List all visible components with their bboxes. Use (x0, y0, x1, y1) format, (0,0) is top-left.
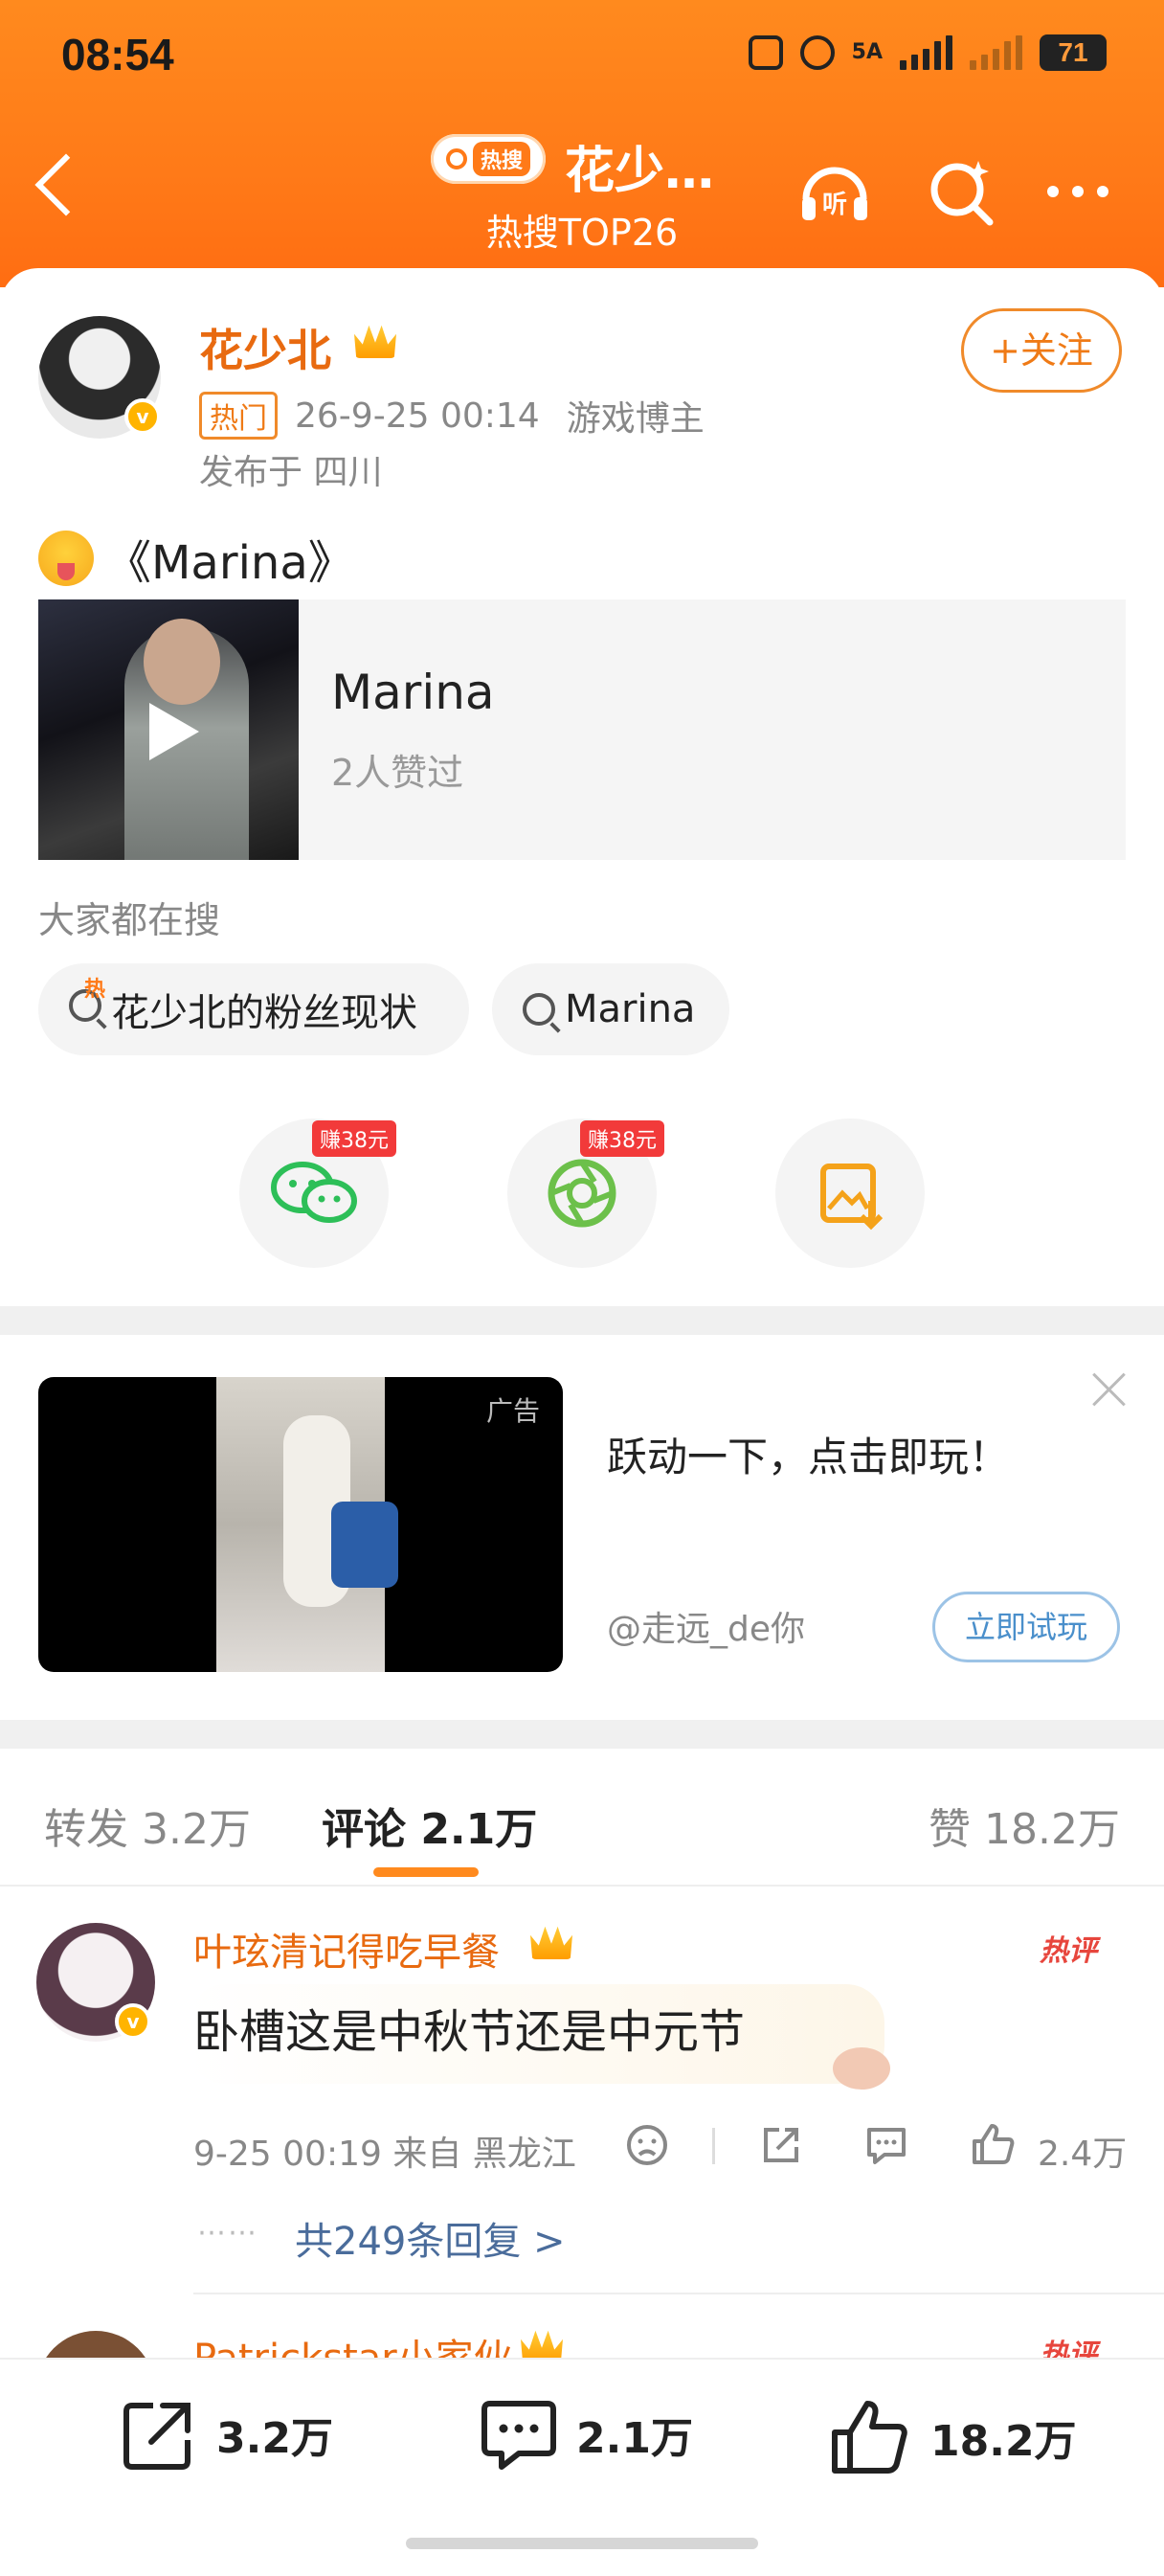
post-text-row: 《Marina》 (38, 525, 354, 592)
bottom-comment-button[interactable]: 2.1万 (479, 2394, 693, 2474)
crown-icon (530, 1926, 572, 1959)
post-text: 《Marina》 (105, 536, 354, 590)
status-time: 08:54 (61, 30, 174, 79)
section-divider (0, 1306, 1164, 1335)
post-timestamp: 26-9-25 00:14 (295, 395, 540, 436)
status-icons: 5A 71 (748, 34, 1107, 71)
search-section-label: 大家都在搜 (38, 899, 221, 941)
listen-label: 听 (822, 191, 847, 219)
home-indicator[interactable] (406, 2538, 758, 2549)
verified-icon: v (124, 398, 161, 435)
meta-divider (712, 2128, 715, 2164)
search-chip-1-label: 花少北的粉丝现状 (111, 991, 417, 1035)
listen-icon[interactable]: 听 (796, 153, 873, 230)
view-replies-link[interactable]: 共249条回复 > (295, 2210, 566, 2266)
hot-mark: 热 (84, 978, 106, 1002)
comment-icon (481, 2401, 556, 2470)
divider (0, 1885, 1164, 1887)
earn-badge-1: 赚38元 (312, 1120, 396, 1157)
share-icon (123, 2403, 190, 2470)
earn-badge-2: 赚38元 (580, 1120, 664, 1157)
page-title: 花少… (565, 143, 715, 200)
section-divider (0, 1720, 1164, 1749)
music-title: Marina (331, 665, 495, 720)
comment-text[interactable]: 卧槽这是中秋节还是中元节 (193, 1994, 745, 2061)
commenter-name[interactable]: 叶玹清记得吃早餐 (193, 1921, 500, 1977)
post-meta-row: 热门 26-9-25 00:14 游戏博主 (199, 391, 705, 441)
try-now-button[interactable]: 立即试玩 (932, 1592, 1120, 1662)
hot-comment-badge: 热评 (1040, 1934, 1097, 1968)
share-count: 3.2万 (216, 2414, 333, 2463)
hot-search-label: 热搜 (472, 142, 530, 176)
like-icon[interactable] (969, 2120, 1017, 2168)
divider (193, 2293, 1164, 2294)
comment-like-count: 2.4万 (1038, 2135, 1128, 2174)
search-chip-1[interactable]: 热 花少北的粉丝现状 (38, 963, 469, 1055)
dislike-face-icon[interactable] (624, 2122, 670, 2168)
play-icon[interactable] (149, 703, 199, 760)
thumbnail-head (144, 619, 220, 705)
save-image-icon (820, 1164, 884, 1231)
ad-title[interactable]: 跃动一下，点击即玩！ (607, 1425, 1009, 1483)
replies-dots: ⋯⋯ (197, 2216, 258, 2249)
music-thumbnail[interactable] (38, 599, 299, 860)
signal-2-icon (970, 35, 1022, 70)
search-chip-2[interactable]: Marina (492, 963, 729, 1055)
music-card[interactable]: Marina 2人赞过 (38, 599, 1126, 860)
tab-active-indicator (373, 1867, 479, 1877)
music-likes: 2人赞过 (331, 752, 464, 794)
tab-repost[interactable]: 转发 3.2万 (44, 1795, 251, 1856)
hot-tag: 热门 (199, 392, 278, 440)
bear-sticker-icon (833, 2047, 890, 2090)
hot-search-icon: 热 (69, 978, 105, 1031)
tab-likes[interactable]: 赞 18.2万 (929, 1795, 1120, 1856)
battery-indicator: 71 (1040, 34, 1107, 71)
chip-search-icon (523, 993, 555, 1026)
more-icon[interactable] (1040, 153, 1116, 230)
comment-meta: 9-25 00:19 来自 黑龙江 (193, 2135, 576, 2174)
comment-count: 2.1万 (576, 2414, 693, 2463)
tab-comments[interactable]: 评论 2.1万 (322, 1795, 537, 1856)
close-icon[interactable] (1091, 1371, 1128, 1408)
verified-icon: v (115, 2003, 151, 2040)
nfc-icon (748, 35, 783, 70)
follow-button[interactable]: +关注 (961, 308, 1122, 393)
ad-tag: 广告 (485, 1395, 540, 1427)
signal-icon (900, 35, 952, 70)
tongue-emoji-icon (38, 531, 94, 586)
like-count: 18.2万 (930, 2417, 1077, 2466)
bottom-share-button[interactable]: 3.2万 (119, 2394, 333, 2474)
search-icon (445, 148, 467, 169)
search-sparkle-icon[interactable] (923, 153, 999, 230)
ad-scene (216, 1377, 398, 1672)
reply-icon[interactable] (863, 2122, 909, 2168)
bottom-like-button[interactable]: 18.2万 (827, 2394, 1077, 2480)
hot-search-badge[interactable]: 热搜 (431, 134, 546, 184)
search-chip-2-label: Marina (565, 987, 696, 1031)
author-role: 游戏博主 (566, 399, 705, 439)
network-type: 5A (851, 40, 883, 64)
save-image-button[interactable] (775, 1119, 925, 1268)
ad-barrel (331, 1502, 398, 1588)
top-header: 08:54 5A 71 热搜 花少… 热搜TOP26 听 (0, 0, 1164, 287)
like-icon (832, 2401, 907, 2474)
post-location: 发布于 四川 (199, 453, 383, 492)
share-icon[interactable] (758, 2122, 804, 2168)
ad-user[interactable]: @走远_de你 (607, 1601, 805, 1651)
alarm-icon (799, 35, 835, 70)
ad-video[interactable]: 广告 (38, 1377, 563, 1672)
author-name[interactable]: 花少北 (199, 316, 331, 379)
